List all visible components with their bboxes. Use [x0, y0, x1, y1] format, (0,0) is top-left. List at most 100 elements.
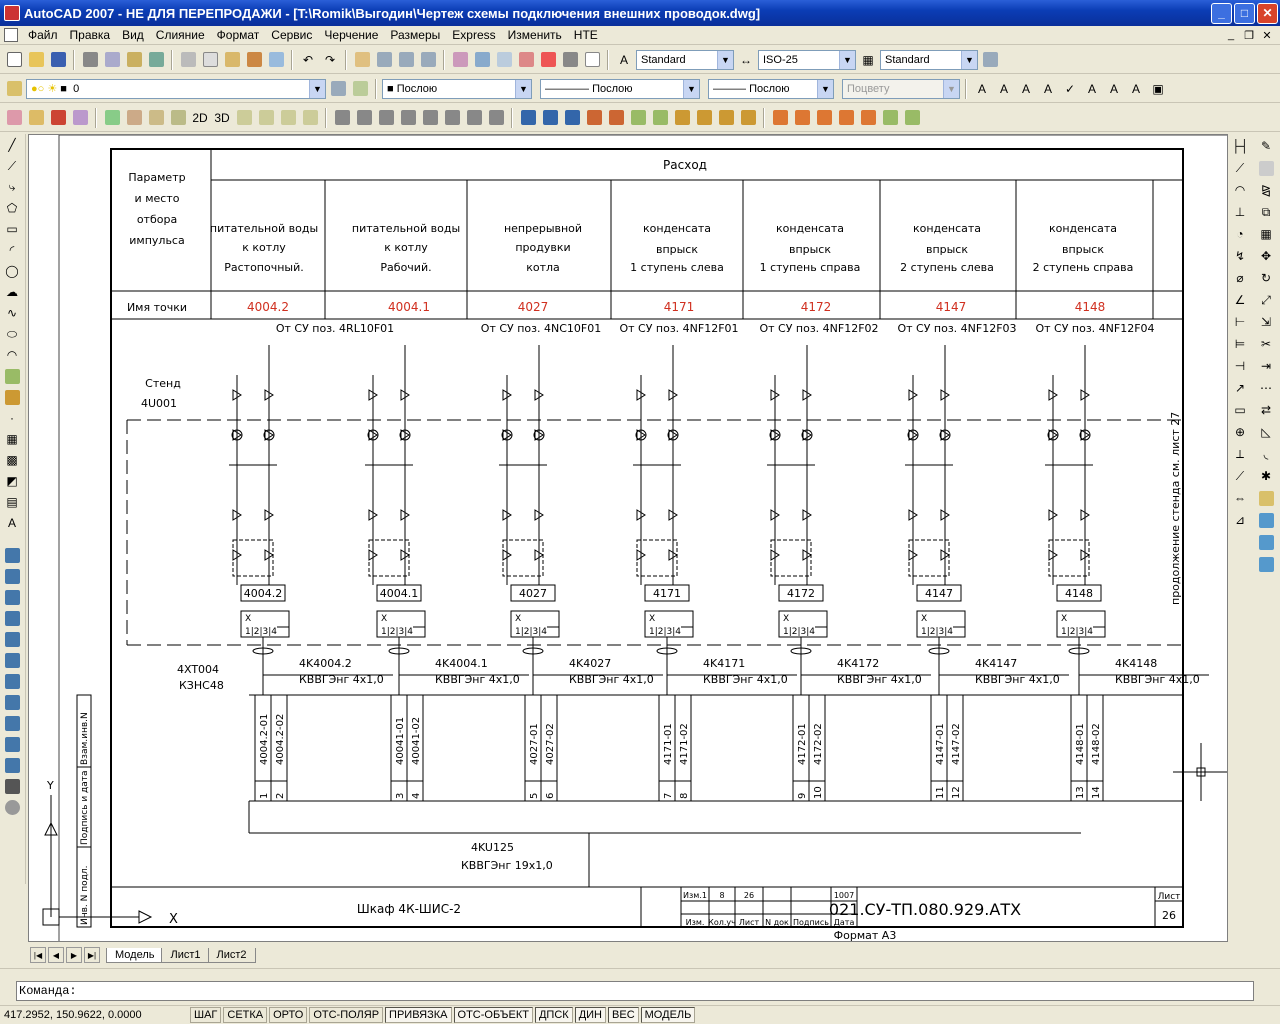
dim-e-icon[interactable] — [420, 108, 440, 128]
convert-distance-icon[interactable]: ▣ — [1148, 79, 1168, 99]
ellipse-arc-icon[interactable]: ◠ — [2, 345, 22, 365]
layer-manager-icon[interactable] — [4, 79, 24, 99]
circle-icon[interactable]: ◯ — [2, 261, 22, 281]
rotate-icon[interactable]: ↻ — [1256, 268, 1276, 288]
document-icon[interactable] — [4, 28, 18, 42]
2d-icon[interactable]: 2D — [190, 108, 210, 128]
help-icon[interactable] — [582, 50, 602, 70]
spline-icon[interactable]: ∿ — [2, 303, 22, 323]
trim-icon[interactable]: ✂ — [1256, 334, 1276, 354]
line-icon[interactable]: ╱ — [2, 135, 22, 155]
autocad-app-icon[interactable] — [4, 5, 20, 21]
markup-icon[interactable] — [538, 50, 558, 70]
express-d-icon[interactable] — [584, 108, 604, 128]
cylinder-icon[interactable] — [2, 650, 22, 670]
menu-edit[interactable]: Правка — [64, 28, 117, 42]
express-c-icon[interactable] — [562, 108, 582, 128]
mirror-icon[interactable]: ⧎ — [1256, 180, 1276, 200]
draw-order-c-icon[interactable] — [1256, 554, 1276, 574]
dim-edit-icon[interactable]: ⟂ — [1230, 444, 1250, 464]
properties-icon[interactable] — [450, 50, 470, 70]
construction-line-icon[interactable]: ⟋ — [2, 156, 22, 176]
ucs-world-icon[interactable] — [124, 108, 144, 128]
tool-g-icon[interactable] — [278, 108, 298, 128]
last-tab-icon[interactable]: ▶| — [84, 947, 100, 963]
menu-merge[interactable]: Слияние — [150, 28, 211, 42]
express-r-icon[interactable] — [902, 108, 922, 128]
region-icon[interactable]: ◩ — [2, 471, 22, 491]
polyline-icon[interactable]: ⤷ — [2, 177, 22, 197]
dim-b-icon[interactable] — [354, 108, 374, 128]
express-m-icon[interactable] — [792, 108, 812, 128]
text-icon[interactable]: A — [972, 79, 992, 99]
pan-icon[interactable] — [352, 50, 372, 70]
express-g-icon[interactable] — [650, 108, 670, 128]
wedge-icon[interactable] — [2, 587, 22, 607]
offset-icon[interactable]: ⧉ — [1256, 202, 1276, 222]
scale-text-icon[interactable]: A — [1104, 79, 1124, 99]
find-icon[interactable]: A — [1038, 79, 1058, 99]
dim-style-icon[interactable]: ↔ — [736, 50, 756, 70]
express-f-icon[interactable] — [628, 108, 648, 128]
continue-dim-icon[interactable]: ⊣ — [1230, 356, 1250, 376]
dim-update-icon[interactable]: ⇔ — [1230, 488, 1250, 508]
extrude-icon[interactable] — [2, 755, 22, 775]
diameter-dim-icon[interactable]: ⌀ — [1230, 268, 1250, 288]
design-center-icon[interactable] — [472, 50, 492, 70]
menu-express[interactable]: Express — [446, 28, 501, 42]
quick-dim-icon[interactable]: ⊢ — [1230, 312, 1250, 332]
tab-model[interactable]: Модель — [106, 948, 164, 963]
command-input[interactable]: Команда: — [16, 981, 1254, 1001]
text-style-manager-icon[interactable]: A — [1082, 79, 1102, 99]
render-icon[interactable] — [2, 797, 22, 817]
dim-d-icon[interactable] — [398, 108, 418, 128]
scale-icon[interactable]: ⤢ — [1256, 290, 1276, 310]
express-a-icon[interactable] — [518, 108, 538, 128]
tool-b-icon[interactable] — [26, 108, 46, 128]
ellipse-icon[interactable]: ⬭ — [2, 324, 22, 344]
new-icon[interactable] — [4, 50, 24, 70]
dim-text-edit-icon[interactable]: ⟋ — [1230, 466, 1250, 486]
arc-icon[interactable]: ◜ — [2, 240, 22, 260]
tab-sheet1[interactable]: Лист1 — [161, 948, 210, 963]
redo-icon[interactable]: ↷ — [320, 50, 340, 70]
tool-e-icon[interactable] — [234, 108, 254, 128]
dyn-toggle[interactable]: ДИН — [574, 1007, 607, 1023]
doc-minimize-icon[interactable]: _ — [1224, 29, 1238, 42]
menu-file[interactable]: Файл — [22, 28, 64, 42]
table-style-select[interactable]: Standard ▼ — [880, 49, 978, 70]
tool-a-icon[interactable] — [4, 108, 24, 128]
dim-f-icon[interactable] — [442, 108, 462, 128]
menu-modify[interactable]: Изменить — [502, 28, 568, 42]
polygon-icon[interactable]: ⬠ — [2, 198, 22, 218]
fillet-icon[interactable]: ◟ — [1256, 444, 1276, 464]
maximize-button[interactable]: □ — [1234, 2, 1255, 24]
express-o-icon[interactable] — [836, 108, 856, 128]
sheet-set-icon[interactable] — [516, 50, 536, 70]
express-k-icon[interactable] — [738, 108, 758, 128]
pyramid-icon[interactable] — [2, 692, 22, 712]
doc-close-icon[interactable]: ✕ — [1260, 29, 1274, 42]
menu-format[interactable]: Формат — [211, 28, 266, 42]
dim-style-select[interactable]: ISO-25 ▼ — [758, 49, 856, 70]
copy-object-icon[interactable] — [1256, 158, 1276, 178]
next-tab-icon[interactable]: ▶ — [66, 947, 82, 963]
break-icon[interactable]: ⋯ — [1256, 378, 1276, 398]
revision-cloud-icon[interactable]: ☁ — [2, 282, 22, 302]
multiline-text-icon[interactable]: A — [2, 513, 22, 533]
dim-a-icon[interactable] — [332, 108, 352, 128]
jogged-dim-icon[interactable]: ↯ — [1230, 246, 1250, 266]
ucs-icon[interactable] — [102, 108, 122, 128]
dim-g-icon[interactable] — [464, 108, 484, 128]
text-style-icon[interactable]: A — [614, 50, 634, 70]
move-icon[interactable]: ✥ — [1256, 246, 1276, 266]
express-n-icon[interactable] — [814, 108, 834, 128]
menu-tools[interactable]: Сервис — [265, 28, 318, 42]
cone-icon[interactable] — [2, 608, 22, 628]
modeling-a-icon[interactable] — [2, 545, 22, 565]
spell-icon[interactable]: ✓ — [1060, 79, 1080, 99]
tolerance-icon[interactable]: ▭ — [1230, 400, 1250, 420]
rectangle-icon[interactable]: ▭ — [2, 219, 22, 239]
dim-c-icon[interactable] — [376, 108, 396, 128]
lineweight-select[interactable]: ——— Послою ▼ — [708, 78, 834, 99]
